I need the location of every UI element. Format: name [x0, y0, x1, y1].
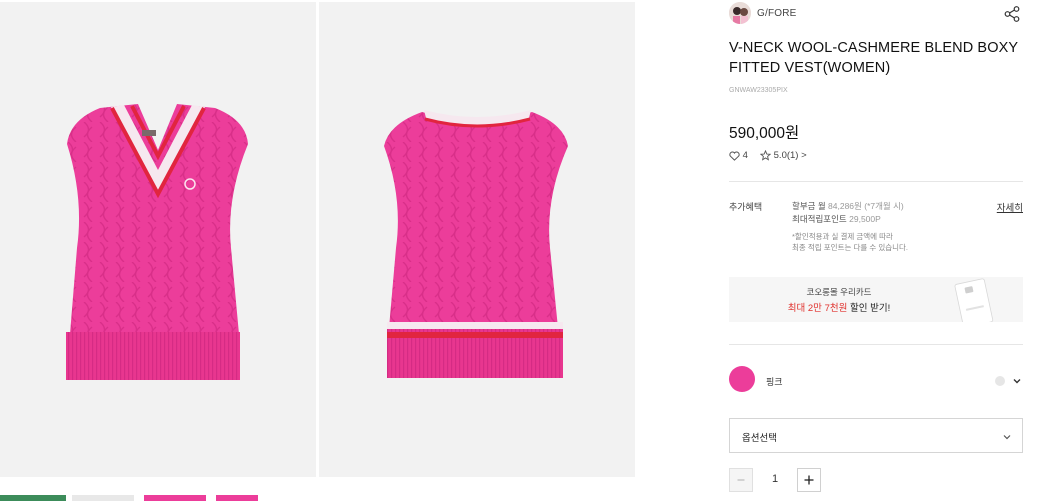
credit-card-image: [954, 278, 994, 322]
chevron-down-icon[interactable]: [1012, 376, 1022, 386]
card-promo-prefix: 최대: [787, 303, 808, 314]
heart-icon: [729, 151, 740, 161]
installment-line: 할부금 월 84,286원 (*7개월 시): [792, 200, 962, 213]
like-button[interactable]: 4: [729, 150, 748, 161]
quantity-stepper: 1: [729, 468, 821, 492]
option-select-label: 옵션선택: [742, 433, 777, 444]
divider: [729, 344, 1023, 345]
color-indicator-dot[interactable]: [995, 376, 1005, 386]
card-promo-highlight: 7천원: [824, 303, 848, 314]
points-value: 29,500P: [849, 214, 881, 224]
product-price: 590,000원: [729, 125, 800, 142]
thumbnail-strip: [0, 495, 320, 501]
benefit-detail-link[interactable]: 자세히: [997, 200, 1023, 214]
product-info-panel: G/FORE V-NECK WOOL-CASHMERE BLEND BOXY F…: [729, 0, 1023, 501]
brand-row: G/FORE: [729, 2, 1023, 26]
benefit-note-line: 최종 적립 포인트는 다를 수 있습니다.: [792, 243, 909, 252]
card-promo-banner[interactable]: 코오롱몰 우리카드 최대 2만 7천원 할인 받기!: [729, 277, 1023, 322]
benefit-label: 추가혜택: [729, 202, 763, 212]
plus-icon: [804, 475, 814, 485]
like-count: 4: [742, 150, 748, 161]
card-promo-offer: 최대 2만 7천원 할인 받기!: [729, 300, 949, 314]
points-line: 최대적립포인트 29,500P: [792, 213, 962, 226]
color-name: 핑크: [766, 377, 783, 387]
vest-back-illustration: [384, 110, 568, 378]
rating-link[interactable]: 5.0(1) >: [759, 149, 807, 161]
review-count: (1): [786, 150, 799, 161]
star-icon: [759, 149, 772, 161]
product-image-front[interactable]: [0, 2, 316, 477]
rating-value: 5.0: [773, 150, 787, 161]
thumbnail[interactable]: [216, 495, 258, 501]
benefit-note: *할인적용과 실 결제 금액에 따라 최종 적립 포인트는 다를 수 있습니다.: [792, 231, 962, 253]
chevron-down-icon: [1003, 435, 1011, 440]
product-code: GNWAW23305PIX: [729, 87, 788, 94]
thumbnail[interactable]: [72, 495, 134, 501]
installment-value: 84,286원: [828, 201, 862, 211]
brand-logo[interactable]: [729, 2, 751, 24]
points-label: 최대적립포인트: [792, 214, 847, 224]
share-icon: [1004, 6, 1020, 22]
quantity-decrease-button[interactable]: [729, 468, 753, 492]
card-promo-title: 코오롱몰 우리카드: [806, 287, 872, 297]
product-image-back[interactable]: [319, 2, 635, 477]
card-promo-highlight: 2만: [807, 303, 822, 314]
benefit-note-line: *할인적용과 실 결제 금액에 따라: [792, 232, 893, 241]
share-button[interactable]: [1003, 5, 1021, 23]
card-promo-suffix: 할인 받기!: [847, 303, 891, 314]
benefit-details: 할부금 월 84,286원 (*7개월 시) 최대적립포인트 29,500P: [792, 200, 962, 226]
vest-front-illustration: [66, 104, 248, 380]
color-swatch-pink[interactable]: [729, 366, 755, 392]
option-select-dropdown[interactable]: 옵션선택: [729, 418, 1023, 453]
quantity-value[interactable]: 1: [753, 473, 797, 485]
brand-name[interactable]: G/FORE: [757, 8, 797, 19]
thumbnail[interactable]: [0, 495, 66, 501]
review-arrow: >: [801, 150, 807, 161]
color-selector: 핑크: [729, 364, 1023, 394]
installment-label: 할부금 월: [792, 201, 826, 211]
divider: [729, 181, 1023, 182]
thumbnail[interactable]: [144, 495, 206, 501]
quantity-increase-button[interactable]: [797, 468, 821, 492]
minus-icon: [737, 479, 745, 481]
product-title: V-NECK WOOL-CASHMERE BLEND BOXY FITTED V…: [729, 40, 1018, 76]
installment-months: (*7개월 시): [864, 201, 904, 211]
